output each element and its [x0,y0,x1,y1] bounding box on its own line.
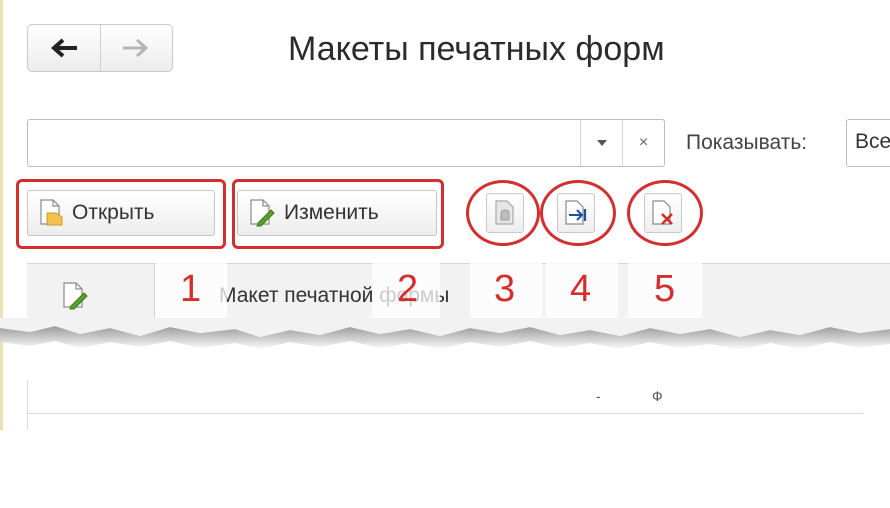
table-row-divider [27,413,863,414]
use-standard-layout-button[interactable] [486,193,524,233]
back-button[interactable] [28,25,100,71]
load-layout-icon [565,200,587,225]
filter-select[interactable]: Все [846,119,890,167]
search-field[interactable]: × [27,119,665,167]
navigation-buttons [27,24,173,72]
edit-button-label: Изменить [284,201,379,224]
table-left-border [27,380,28,430]
edit-button[interactable]: Изменить [237,190,437,236]
annotation-number-2: 2 [397,268,419,310]
edit-document-icon [250,199,275,227]
filter-label: Показывать: [686,131,808,154]
arrow-left-icon [50,38,77,58]
forward-button[interactable] [99,25,173,71]
clear-icon: × [638,134,649,151]
search-dropdown-button[interactable] [580,120,622,166]
delete-layout-icon [652,200,673,225]
torn-edge [0,318,890,350]
delete-layout-button[interactable] [644,193,682,233]
use-standard-layout-icon [495,200,514,225]
arrow-right-icon [123,38,149,58]
load-layout-button[interactable] [557,193,595,233]
page-title: Макеты печатных форм [288,30,665,68]
open-button[interactable]: Открыть [27,190,215,236]
search-input[interactable] [28,120,580,166]
cropped-text-fragment: Ф [652,388,663,404]
open-document-icon [40,199,63,226]
annotation-number-4: 4 [570,268,592,310]
cropped-text-fragment: - [596,388,601,404]
window-edge [0,0,3,430]
annotation-number-1: 1 [180,268,202,310]
edit-document-icon [63,282,88,310]
open-button-label: Открыть [72,201,155,224]
annotation-number-5: 5 [654,268,676,310]
search-clear-button[interactable]: × [622,120,664,166]
annotation-number-3: 3 [494,268,516,310]
chevron-down-icon [596,140,607,146]
